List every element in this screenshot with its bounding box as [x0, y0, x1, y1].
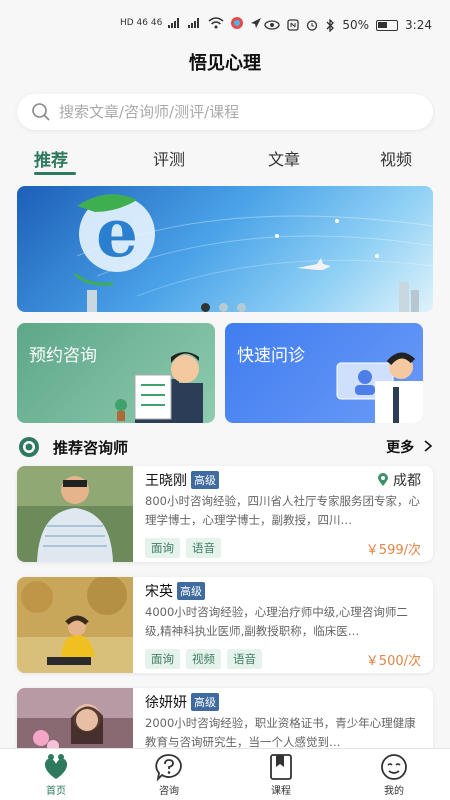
- status-bar: HD 46 46 50% 3:24: [0, 0, 450, 50]
- counselor-description: 4000小时咨询经验，心理治疗师中级,心理咨询师二级,精神科执业医师,副教授职称…: [145, 605, 408, 638]
- counselor-name: 徐妍妍: [145, 695, 187, 711]
- nav-home-label: 首页: [46, 786, 66, 797]
- counselor-city: 成都: [393, 473, 421, 489]
- clock: 3:24: [405, 18, 432, 32]
- eye-icon: [264, 20, 281, 30]
- home-icon: [44, 754, 68, 779]
- service-tags: 面询 视频 语音: [145, 649, 262, 669]
- book-icon: [270, 754, 292, 780]
- more-link[interactable]: 更多: [386, 437, 433, 457]
- counselor-photo: [17, 466, 133, 562]
- location-pin-icon: [378, 473, 388, 486]
- tab-active-indicator: [34, 172, 76, 175]
- level-badge: 高级: [191, 471, 219, 489]
- chevron-right-icon: [424, 440, 433, 452]
- battery-percent: 50%: [342, 18, 370, 32]
- nav-profile[interactable]: 我的: [364, 753, 424, 797]
- service-tag: 面询: [145, 538, 180, 558]
- search-bar[interactable]: [17, 94, 433, 130]
- service-tag: 面询: [145, 649, 180, 669]
- counselor-name: 王晓刚: [145, 473, 187, 489]
- carousel-dot-2[interactable]: [219, 303, 228, 312]
- bottom-navigation: 首页 咨询 课程 我的: [0, 748, 450, 800]
- alarm-icon: [307, 20, 318, 31]
- promo-banner[interactable]: e: [17, 186, 433, 312]
- tab-recommend[interactable]: 推荐: [34, 146, 68, 171]
- counselor-price: ￥500/次: [365, 654, 421, 669]
- recommended-counselors-header: 推荐咨询师 更多: [17, 433, 433, 461]
- search-icon: [32, 103, 50, 121]
- service-tag: 语音: [227, 649, 262, 669]
- consultant-illustration: [115, 352, 203, 423]
- doctor-illustration: [336, 352, 423, 423]
- page-title: 悟见心理: [189, 53, 261, 74]
- signal-indicators: HD 46 46: [120, 16, 262, 30]
- counselor-photo: [17, 577, 133, 673]
- counselor-location: 成都: [377, 470, 421, 490]
- system-indicators: 50% 3:24: [264, 18, 432, 32]
- search-input[interactable]: [59, 103, 399, 121]
- tab-videos[interactable]: 视频: [380, 146, 412, 170]
- profile-icon: [381, 754, 407, 780]
- counselor-description: 2000小时咨询经验，职业资格证书，青少年心理健康教育与咨询研究生，当一个人感觉…: [145, 716, 416, 749]
- nfc-icon: [287, 19, 300, 31]
- nav-consult[interactable]: 咨询: [139, 753, 199, 797]
- service-tags: 面询 语音: [145, 538, 221, 558]
- signal-text: HD 46 46: [120, 18, 163, 28]
- counselor-card[interactable]: 宋英 高级 4000小时咨询经验，心理治疗师中级,心理咨询师二级,精神科执业医师…: [17, 577, 433, 673]
- counselor-name: 宋英: [145, 584, 173, 600]
- carousel-indicator[interactable]: [201, 303, 246, 312]
- carousel-dot-3[interactable]: [237, 303, 246, 312]
- nav-courses-label: 课程: [271, 786, 291, 797]
- bluetooth-icon: [326, 18, 335, 32]
- signal-icon-2: [188, 18, 200, 28]
- more-label: 更多: [386, 440, 415, 456]
- chat-bubble-icon: [19, 437, 39, 457]
- counselor-description: 800小时咨询经验，四川省人社厅专家服务团专家，心理学博士，心理学博士，副教授，…: [145, 494, 420, 527]
- service-tag: 语音: [186, 538, 221, 558]
- carousel-dot-1[interactable]: [201, 303, 210, 312]
- counselor-name-row: 王晓刚 高级: [145, 470, 219, 490]
- app-icon: [231, 17, 244, 29]
- nav-courses[interactable]: 课程: [251, 753, 311, 797]
- tab-articles[interactable]: 文章: [268, 146, 300, 170]
- counselor-card[interactable]: 王晓刚 高级 成都 800小时咨询经验，四川省人社厅专家服务团专家，心理学博士，…: [17, 466, 433, 562]
- quick-consult-card[interactable]: 快速问诊: [225, 323, 423, 423]
- counselor-name-row: 徐妍妍 高级: [145, 692, 219, 712]
- question-icon: [155, 754, 182, 781]
- wifi-icon: [208, 17, 224, 29]
- category-tabs: 推荐 评测 文章 视频: [0, 142, 450, 178]
- nav-consult-label: 咨询: [159, 786, 179, 797]
- nav-profile-label: 我的: [384, 786, 404, 797]
- level-badge: 高级: [177, 582, 205, 600]
- tab-assessment[interactable]: 评测: [153, 146, 185, 170]
- battery-icon: [376, 19, 399, 31]
- service-tag: 视频: [186, 649, 221, 669]
- section-title: 推荐咨询师: [53, 439, 129, 457]
- signal-icon: [168, 18, 180, 28]
- counselor-price: ￥599/次: [365, 543, 421, 558]
- banner-image: e: [73, 194, 433, 312]
- level-badge: 高级: [191, 693, 219, 711]
- book-consultation-card[interactable]: 预约咨询: [17, 323, 215, 423]
- nav-home[interactable]: 首页: [26, 753, 86, 797]
- location-arrow-icon: [251, 18, 262, 28]
- counselor-name-row: 宋英 高级: [145, 581, 205, 601]
